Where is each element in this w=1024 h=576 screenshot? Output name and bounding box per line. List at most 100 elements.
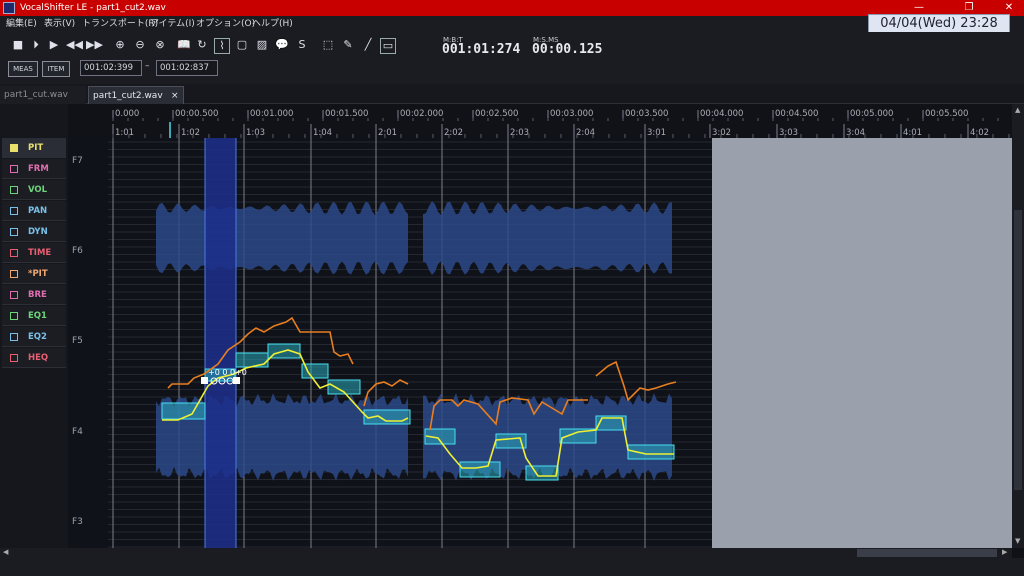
measure-label: 3:03 — [779, 128, 798, 138]
sidebar-item-star-pit[interactable]: *PIT — [2, 264, 66, 284]
checkbox-icon[interactable] — [10, 291, 18, 299]
line-icon[interactable]: ╱ — [360, 38, 376, 54]
clock-display: 04/04(Wed) 23:28 — [868, 14, 1010, 33]
sidebar-item-pan[interactable]: PAN — [2, 201, 66, 221]
time-label: 00:00.500 — [175, 109, 218, 119]
play-from-start-icon[interactable]: ⏵ — [28, 38, 44, 54]
checkbox-icon[interactable] — [10, 186, 18, 194]
loop-icon[interactable]: 📖 — [176, 38, 192, 54]
note-block[interactable] — [459, 461, 501, 478]
note-handle-right[interactable] — [233, 377, 240, 384]
horizontal-scrollbar[interactable]: ◀ ▶ — [0, 548, 1012, 558]
zoom-out-icon[interactable]: ⊖ — [132, 38, 148, 54]
sidebar-item-label: VOL — [28, 185, 48, 195]
checkbox-icon[interactable] — [10, 228, 18, 236]
measure-label: 2:02 — [444, 128, 463, 138]
comment-icon[interactable]: 💬 — [274, 38, 290, 54]
sidebar-item-label: TIME — [28, 248, 52, 258]
horizontal-scroll-thumb[interactable] — [857, 549, 997, 557]
menu-item[interactable]: ヘルプ(H) — [252, 18, 293, 30]
scroll-down-icon[interactable]: ▼ — [1015, 537, 1020, 545]
image-icon[interactable]: ▨ — [254, 38, 270, 54]
menu-item[interactable]: オプション(O) — [196, 18, 255, 30]
measure-label: 1:01 — [115, 128, 134, 138]
note-handle-left[interactable] — [201, 377, 208, 384]
time-label: 00:01.500 — [325, 109, 368, 119]
sidebar-item-vol[interactable]: VOL — [2, 180, 66, 200]
sidebar-item-eq1[interactable]: EQ1 — [2, 306, 66, 326]
pitch-draw-icon[interactable]: ⌇ — [214, 38, 230, 54]
out-of-range-area — [712, 138, 1012, 548]
sidebar-item-label: EQ1 — [28, 311, 47, 321]
meas-button[interactable]: MEAS — [8, 61, 38, 77]
pitch-label: F5 — [72, 336, 83, 346]
note-block[interactable] — [161, 402, 206, 420]
pitch-editor-canvas[interactable]: F7 F6 F5 F4 F3 +0 0 0+0 — [68, 138, 1012, 548]
checkbox-icon[interactable] — [10, 354, 18, 362]
measure-label: 1:03 — [246, 128, 265, 138]
item-button[interactable]: ITEM — [42, 61, 70, 77]
repeat-icon[interactable]: ↻ — [194, 38, 210, 54]
zoom-in-icon[interactable]: ⊕ — [112, 38, 128, 54]
sidebar-item-pit[interactable]: PIT — [2, 138, 66, 158]
sidebar-item-label: DYN — [28, 227, 48, 237]
scroll-right-icon[interactable]: ▶ — [1002, 548, 1007, 556]
range-end-field[interactable]: 001:02:837 — [156, 60, 218, 76]
measure-label: 2:01 — [378, 128, 397, 138]
checkbox-icon[interactable] — [10, 165, 18, 173]
time-label: 00:04.500 — [775, 109, 818, 119]
checkbox-icon[interactable] — [10, 207, 18, 215]
scroll-left-icon[interactable]: ◀ — [3, 548, 8, 556]
checkbox-icon[interactable] — [10, 144, 18, 152]
waveform-upper — [156, 201, 408, 275]
stop-icon[interactable]: ■ — [10, 38, 26, 54]
menu-item[interactable]: トランスポート(R) — [82, 18, 158, 30]
range-start-field[interactable]: 001:02:399 — [80, 60, 142, 76]
play-icon[interactable]: ▶ — [46, 38, 62, 54]
checkbox-icon[interactable] — [10, 333, 18, 341]
sidebar-item-dyn[interactable]: DYN — [2, 222, 66, 242]
menu-item[interactable]: 表示(V) — [44, 18, 75, 30]
sidebar-item-frm[interactable]: FRM — [2, 159, 66, 179]
menu-item[interactable]: アイテム(I) — [150, 18, 195, 30]
sidebar-item-bre[interactable]: BRE — [2, 285, 66, 305]
checkbox-icon[interactable] — [10, 249, 18, 257]
timeline-ruler[interactable]: 0.000 00:00.500 00:01.000 00:01.500 00:02.00… — [68, 104, 1012, 138]
sidebar-item-heq[interactable]: HEQ — [2, 348, 66, 368]
time-label: 00:02.500 — [475, 109, 518, 119]
parameter-sidebar: PIT FRM VOL PAN DYN TIME *PIT BRE EQ1 EQ2 HEQ — [0, 138, 68, 378]
marquee-icon[interactable]: ⬚ — [320, 38, 336, 54]
tab-part1-cut2[interactable]: part1_cut2.wav × — [88, 86, 184, 104]
checkbox-icon[interactable] — [10, 270, 18, 278]
time-label: 0.000 — [115, 109, 139, 119]
fast-forward-icon[interactable]: ▶▶ — [86, 38, 103, 54]
sidebar-item-time[interactable]: TIME — [2, 243, 66, 263]
note-block[interactable] — [525, 465, 559, 481]
measure-label: 1:02 — [181, 128, 200, 138]
checkbox-icon[interactable] — [10, 312, 18, 320]
measure-label: 3:02 — [712, 128, 731, 138]
tab-part1-cut[interactable]: part1_cut.wav — [0, 86, 86, 104]
sidebar-item-eq2[interactable]: EQ2 — [2, 327, 66, 347]
box-select-icon[interactable]: ▢ — [234, 38, 250, 54]
zoom-fit-icon[interactable]: ⊗ — [152, 38, 168, 54]
pencil-icon[interactable]: ✎ — [340, 38, 356, 54]
measure-label: 2:04 — [576, 128, 595, 138]
vertical-scroll-thumb[interactable] — [1014, 210, 1022, 490]
sidebar-item-label: *PIT — [28, 269, 48, 279]
time-label: 00:03.500 — [625, 109, 668, 119]
pitch-label: F7 — [72, 156, 83, 166]
vertical-scrollbar[interactable]: ▲ ▼ — [1012, 104, 1024, 548]
selection-range[interactable] — [205, 138, 236, 548]
rect-icon[interactable]: ▭ — [380, 38, 396, 54]
pitch-label: F3 — [72, 517, 83, 527]
menu-item[interactable]: 編集(E) — [6, 18, 37, 30]
snap-s-icon[interactable]: S — [294, 38, 310, 54]
tab-close-icon[interactable]: × — [171, 87, 179, 105]
toolbar: ■ ⏵ ▶ ◀◀ ▶▶ ⊕ ⊖ ⊗ 📖 ↻ ⌇ ▢ ▨ 💬 S ⬚ ✎ ╱ ▭ — [0, 32, 1024, 84]
rewind-icon[interactable]: ◀◀ — [66, 38, 83, 54]
scroll-up-icon[interactable]: ▲ — [1015, 106, 1020, 114]
time-label: 00:05.000 — [850, 109, 893, 119]
sidebar-item-label: BRE — [28, 290, 47, 300]
time-label: 00:04.000 — [700, 109, 743, 119]
